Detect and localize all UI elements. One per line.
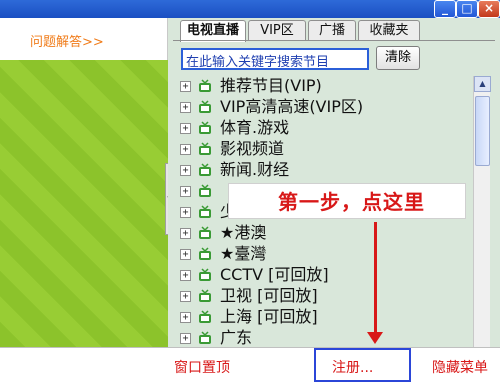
tree-item-label: 卫视 [可回放] [220,286,318,305]
tv-icon [199,142,211,155]
tv-icon [199,121,211,134]
green-preview-area [0,60,168,347]
expand-icon[interactable]: + [180,102,191,113]
expand-icon[interactable]: + [180,207,191,218]
tree-item-label: 影视频道 [220,139,285,158]
tv-icon [199,79,211,92]
tv-icon [199,100,211,113]
hide-menu-button[interactable]: 隐藏菜单 [432,357,488,377]
tree-item[interactable]: + VIP高清高速(VIP区) [180,97,470,119]
expand-icon[interactable]: + [180,81,191,92]
tv-icon [199,184,211,197]
tree-item[interactable]: + CCTV [可回放] [180,265,470,287]
tree-item[interactable]: + 上海 [可回放] [180,307,470,329]
tv-icon [199,205,211,218]
tree-item-label: 推荐节目(VIP) [220,76,322,95]
expand-icon[interactable]: + [180,123,191,134]
tree-item[interactable]: + ★臺灣 [180,244,470,266]
title-bar [0,0,500,18]
tree-item[interactable]: + 新闻.财经 [180,160,470,182]
tab-radio[interactable]: 广播 [308,20,356,40]
search-input[interactable]: 在此输入关键字搜索节目 [181,48,369,70]
left-header: 问题解答>> [0,18,168,60]
close-button[interactable]: × [478,0,500,18]
tv-icon [199,247,211,260]
tree-item[interactable]: + 影视频道 [180,139,470,161]
expand-icon[interactable]: + [180,144,191,155]
tab-vip[interactable]: VIP区 [248,20,306,40]
expand-icon[interactable]: + [180,333,191,344]
scroll-thumb[interactable] [475,96,490,166]
tree-item-label: 新闻.财经 [220,160,290,179]
tree-item[interactable]: + 体育.游戏 [180,118,470,140]
tree-item[interactable]: + ★港澳 [180,223,470,245]
tv-icon [199,226,211,239]
expand-icon[interactable]: + [180,249,191,260]
maximize-button[interactable]: □ [456,0,478,18]
expand-icon[interactable]: + [180,186,191,197]
tree-item-label: 体育.游戏 [220,118,290,137]
tv-icon [199,163,211,176]
tab-divider [173,40,495,41]
expand-icon[interactable]: + [180,291,191,302]
tv-icon [199,331,211,344]
minimize-button[interactable]: _ [434,0,456,18]
expand-icon[interactable]: + [180,270,191,281]
clear-button[interactable]: 清除 [376,46,420,70]
expand-icon[interactable]: + [180,312,191,323]
tree-item[interactable]: + 推荐节目(VIP) [180,76,470,98]
tv-icon [199,268,211,281]
tree-item-label: ★港澳 [220,223,267,242]
annotation-arrow-head [367,332,383,344]
help-link[interactable]: 问题解答>> [30,31,104,50]
annotation-text: 第一步，点这里 [278,190,425,214]
annotation-arrow [374,222,377,334]
tree-item[interactable]: + 卫视 [可回放] [180,286,470,308]
tree-item-label: CCTV [可回放] [220,265,329,284]
tree-scrollbar[interactable]: ▲ ▼ [473,76,491,366]
tree-item-label: 上海 [可回放] [220,307,318,326]
tree-item-label: ★臺灣 [220,244,267,263]
tree-item-label: 广东 [220,328,253,346]
tree-item-label: VIP高清高速(VIP区) [220,97,364,116]
tab-favorites[interactable]: 收藏夹 [358,20,420,40]
register-highlight-box [314,348,411,382]
scroll-up-icon[interactable]: ▲ [474,76,491,92]
tree-item[interactable]: + 广东 [180,328,470,346]
tv-icon [199,289,211,302]
expand-icon[interactable]: + [180,165,191,176]
pin-window-button[interactable]: 窗口置顶 [174,357,230,377]
tv-icon [199,310,211,323]
bottom-bar: 窗口置顶 注册... 隐藏菜单 [0,347,500,383]
expand-icon[interactable]: + [180,228,191,239]
tab-tv-live[interactable]: 电视直播 [180,20,246,42]
